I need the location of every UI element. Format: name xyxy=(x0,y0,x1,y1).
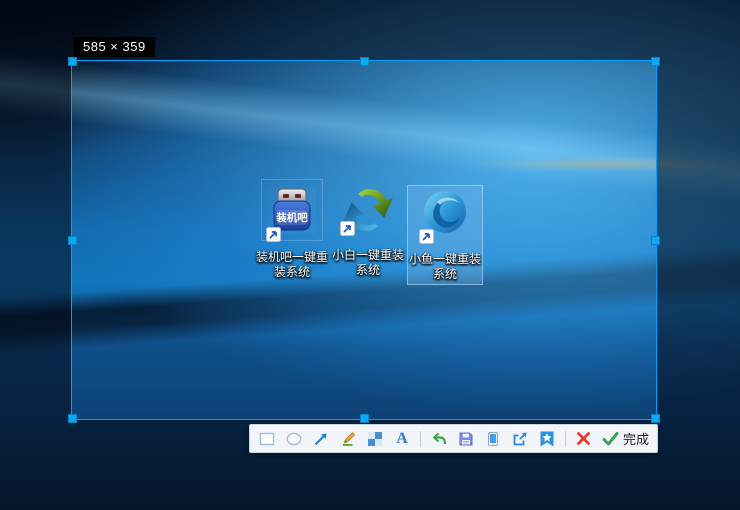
save-icon[interactable] xyxy=(457,430,475,448)
bookmark-star-icon[interactable] xyxy=(538,430,556,448)
resize-handle-top-left[interactable] xyxy=(68,57,77,66)
resize-handle-top-right[interactable] xyxy=(651,57,660,66)
label-line: 小白一键重装 xyxy=(332,248,404,263)
xiaoyu-swirl-icon xyxy=(421,188,469,236)
rectangle-tool-icon[interactable] xyxy=(258,430,276,448)
resize-handle-bottom[interactable] xyxy=(360,414,369,423)
resize-handle-bottom-right[interactable] xyxy=(651,414,660,423)
label-line: 系统 xyxy=(409,267,481,282)
mosaic-tool-icon[interactable] xyxy=(366,430,384,448)
desktop-icon-xiaobai[interactable]: 小白一键重装 系统 xyxy=(330,182,406,278)
zhuangjiba-usb-icon: 装机吧 xyxy=(268,186,316,234)
toolbar-separator xyxy=(420,431,421,447)
label-line: 系统 xyxy=(332,263,404,278)
icon-label-zhuangjiba: 装机吧一键重 装系统 xyxy=(256,250,328,280)
desktop-icon-xiaoyu[interactable]: 小鱼一键重装 系统 xyxy=(407,185,483,285)
label-line: 小鱼一键重装 xyxy=(409,252,481,267)
selection-size-label: 585 × 359 xyxy=(74,37,155,57)
label-line: 装系统 xyxy=(256,265,328,280)
resize-handle-top[interactable] xyxy=(360,57,369,66)
icon-label-xiaobai: 小白一键重装 系统 xyxy=(332,248,404,278)
brush-tool-icon[interactable] xyxy=(339,430,357,448)
check-icon xyxy=(602,430,619,447)
shortcut-arrow-icon xyxy=(340,221,355,236)
device-preview-icon[interactable] xyxy=(484,430,502,448)
cancel-icon[interactable] xyxy=(575,430,593,448)
text-tool-icon[interactable]: A xyxy=(393,430,411,448)
svg-text:装机吧: 装机吧 xyxy=(275,211,308,224)
arrow-tool-icon[interactable] xyxy=(312,430,330,448)
share-icon[interactable] xyxy=(511,430,529,448)
xiaobai-arrows-icon xyxy=(342,184,394,236)
undo-icon[interactable] xyxy=(430,430,448,448)
resize-handle-left[interactable] xyxy=(68,236,77,245)
capture-toolbar: A xyxy=(249,424,658,453)
ellipse-tool-icon[interactable] xyxy=(285,430,303,448)
toolbar-separator xyxy=(565,431,566,447)
icon-label-xiaoyu: 小鱼一键重装 系统 xyxy=(409,252,481,282)
shortcut-arrow-icon xyxy=(419,229,434,244)
desktop-icon-zhuangjiba[interactable]: 装机吧 装机吧一键重 装系统 xyxy=(254,184,330,280)
done-label: 完成 xyxy=(623,429,649,448)
shortcut-arrow-icon xyxy=(266,227,281,242)
resize-handle-bottom-left[interactable] xyxy=(68,414,77,423)
done-button[interactable]: 完成 xyxy=(602,429,649,448)
label-line: 装机吧一键重 xyxy=(256,250,328,265)
resize-handle-right[interactable] xyxy=(651,236,660,245)
